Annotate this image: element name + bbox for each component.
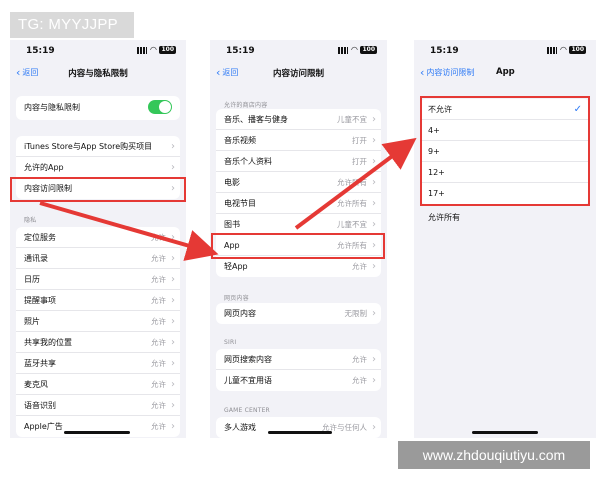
arrow-icon bbox=[294, 137, 417, 230]
annotation-arrows bbox=[39, 137, 417, 261]
watermark-bottom-right: www.zhdouqiutiyu.com bbox=[398, 441, 590, 469]
arrow-icon bbox=[39, 201, 219, 261]
